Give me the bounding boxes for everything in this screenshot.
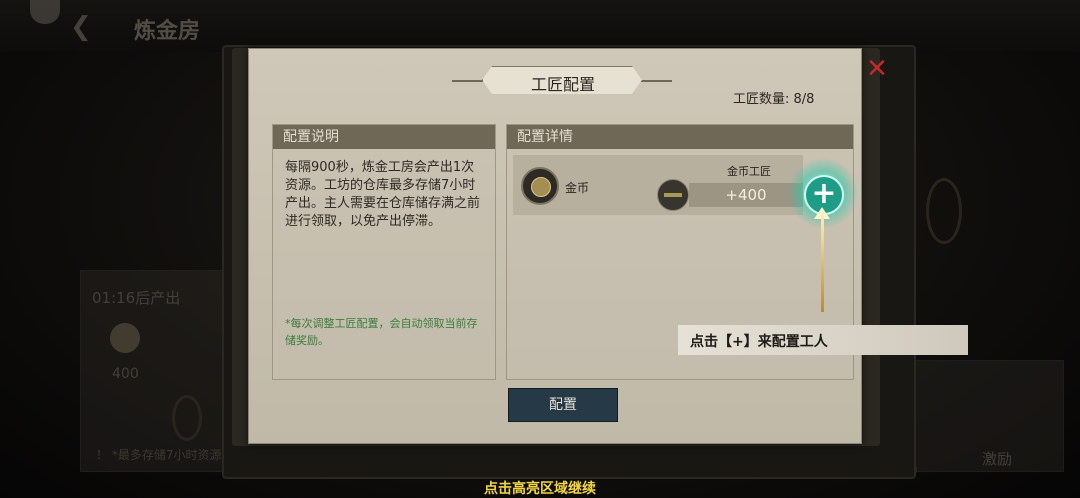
tutorial-hint-text: 点击【+】来配置工人 xyxy=(690,334,828,350)
dialog-title-bar: 工匠配置 xyxy=(452,66,672,96)
production-amount: 400 xyxy=(112,366,139,382)
worker-slot-icon[interactable] xyxy=(657,179,689,211)
description-note: *每次调整工匠配置，会自动领取当前存储奖励。 xyxy=(285,317,478,347)
title-plate: 工匠配置 xyxy=(482,66,642,94)
key-icon xyxy=(664,193,682,197)
arrow-left-icon[interactable]: ❮ xyxy=(70,12,92,42)
production-timer: 01:16后产出 xyxy=(92,289,181,307)
dialog-title: 工匠配置 xyxy=(530,75,595,94)
job-label: 金币工匠 xyxy=(727,165,771,178)
rope-decoration xyxy=(172,395,202,441)
gold-coin-icon xyxy=(521,167,559,205)
config-button[interactable]: 配置 xyxy=(508,388,618,422)
description-header: 配置说明 xyxy=(273,125,495,149)
bonus-value: +400 xyxy=(725,186,767,204)
worker-count: 工匠数量: 8/8 xyxy=(733,92,815,107)
rope-decoration xyxy=(926,178,962,244)
coin-face xyxy=(531,177,551,197)
gold-coin-icon xyxy=(110,323,140,353)
storage-warning: ！ *最多存储7小时资源 xyxy=(96,448,222,462)
close-icon[interactable]: ✕ xyxy=(864,56,890,82)
reward-button[interactable]: 激励 xyxy=(982,448,1012,469)
continue-prompt: 点击高亮区域继续 xyxy=(484,481,596,497)
tutorial-hint-box: 点击【+】来配置工人 xyxy=(678,325,968,355)
detail-header: 配置详情 xyxy=(507,125,853,149)
page-title: 炼金房 xyxy=(134,18,201,44)
bonus-bar: +400 xyxy=(689,183,803,207)
description-text: 每隔900秒，炼金工房会产出1次资源。工坊的仓库最多存储7小时产出。主人需要在仓… xyxy=(285,160,481,229)
config-row-gold: 金币 金币工匠 +400 xyxy=(513,155,803,215)
pointer-line xyxy=(821,212,824,312)
config-description-panel: 配置说明 每隔900秒，炼金工房会产出1次资源。工坊的仓库最多存储7小时产出。主… xyxy=(272,124,496,380)
resource-name: 金币 xyxy=(565,181,590,195)
